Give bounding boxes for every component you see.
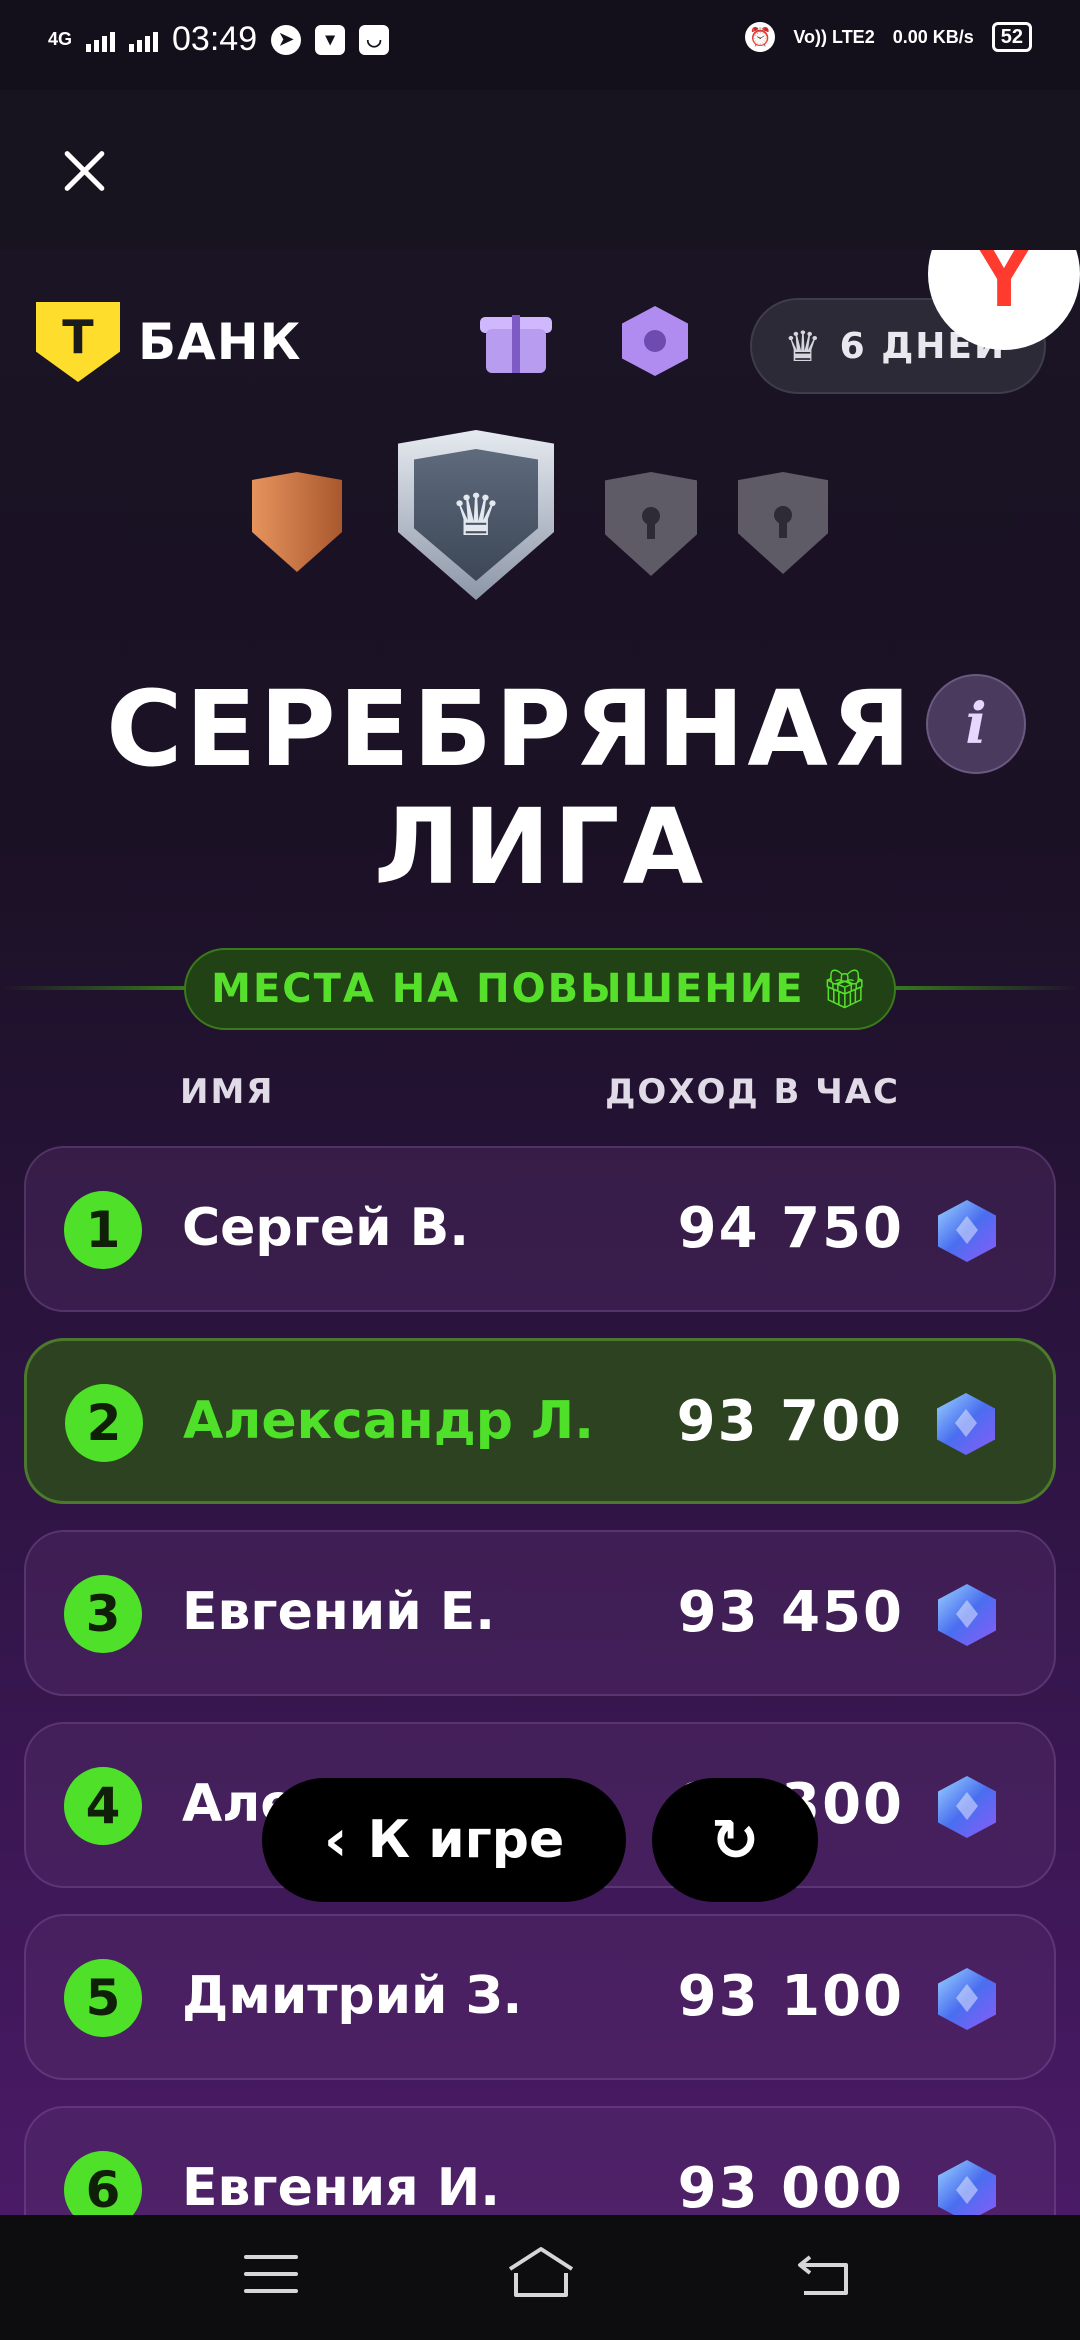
league-title: СЕРЕБРЯНАЯ ЛИГА	[106, 668, 914, 908]
income-value: 93 100	[677, 1964, 904, 2029]
rank-badge: 1	[64, 1191, 142, 1269]
system-nav-bar	[0, 2215, 1080, 2340]
shield-app-icon: ▾	[315, 24, 346, 55]
refresh-icon: ↻	[710, 1806, 760, 1874]
volte-indicator: Vo)) LTE2	[793, 26, 875, 47]
rank-badge: 5	[64, 1959, 142, 2037]
tbank-logo: Т БАНК	[36, 302, 302, 382]
network-type: 4G	[48, 29, 73, 49]
status-right: ⏰ Vo)) LTE2 0.00 KB/s 52	[745, 22, 1032, 52]
silver-league-badge[interactable]: ♛	[398, 430, 554, 600]
player-name: Евгения И.	[182, 2158, 500, 2215]
league-screen: Т БАНК ♛ 6 ДНЕЙ Y ♛ СЕРЕБРЯНАЯ ЛИГА i МЕ…	[0, 250, 1080, 2215]
player-name: Евгений Е.	[182, 1582, 496, 1642]
gift-icon[interactable]	[480, 305, 552, 377]
leaderboard-row[interactable]: 3 Евгений Е. 93 450	[24, 1530, 1056, 1696]
crystal-icon	[938, 2160, 996, 2215]
crown-icon: ♛	[414, 449, 538, 581]
keyhole-icon	[774, 506, 792, 540]
tbank-shield-icon: Т	[36, 302, 120, 382]
telegram-icon: ➤	[271, 24, 302, 55]
rank-badge: 3	[64, 1575, 142, 1653]
income-value: 94 750	[677, 1196, 904, 1261]
player-name: Александр Л.	[183, 1391, 594, 1451]
clock: 03:49	[172, 20, 258, 58]
close-icon[interactable]	[50, 140, 120, 210]
rank-badge: 2	[65, 1384, 143, 1462]
status-left: 4G 03:49 ➤ ▾ ◡	[48, 20, 390, 59]
refresh-button[interactable]: ↻	[652, 1778, 818, 1902]
player-name: Сергей В.	[182, 1198, 470, 1258]
brand-name: БАНК	[138, 313, 302, 371]
menu-icon[interactable]	[244, 2255, 298, 2297]
column-header-income: ДОХОД В ЧАС	[605, 1072, 900, 1112]
back-to-game-button[interactable]: ‹ К игре	[262, 1778, 626, 1902]
info-icon[interactable]: i	[926, 674, 1026, 774]
mail-app-icon: ◡	[359, 24, 390, 55]
rank-badge: 4	[64, 1767, 142, 1845]
income-value: 93 700	[676, 1389, 903, 1454]
column-header-name: ИМЯ	[180, 1072, 275, 1112]
promotion-zone-label: МЕСТА НА ПОВЫШЕНИЕ 🎁︎	[184, 948, 896, 1030]
status-bar: 4G 03:49 ➤ ▾ ◡ ⏰ Vo)) LTE2 0.00 KB/s 52	[0, 0, 1080, 90]
alarm-icon: ⏰	[745, 22, 776, 52]
crystal-icon	[938, 1584, 996, 1646]
income-value: 93 000	[677, 2156, 904, 2215]
chevron-left-icon: ‹	[323, 1806, 348, 1874]
league-badges: ♛	[0, 430, 1080, 610]
bronze-league-badge[interactable]	[252, 472, 342, 572]
leaderboard-row[interactable]: 5 Дмитрий З. 93 100	[24, 1914, 1056, 2080]
signal-2-icon	[129, 28, 159, 52]
locked-league-badge[interactable]	[738, 472, 828, 574]
leaderboard-list: 1 Сергей В. 94 750 2 Александр Л. 93 700…	[24, 1146, 1056, 2215]
keyhole-icon	[642, 507, 660, 541]
income-value: 93 450	[677, 1580, 904, 1645]
crown-icon: ♛	[784, 321, 822, 371]
leaderboard-row[interactable]: 6 Евгения И. 93 000	[24, 2106, 1056, 2215]
leaderboard-row-current-user[interactable]: 2 Александр Л. 93 700	[24, 1338, 1056, 1504]
home-icon[interactable]	[506, 2245, 576, 2301]
crystal-icon	[937, 1393, 995, 1455]
net-speed: 0.00 KB/s	[892, 26, 974, 47]
player-name: Дмитрий З.	[182, 1966, 523, 2026]
gift-icon: 🎁︎	[820, 966, 869, 1011]
crystal-icon	[938, 1776, 996, 1838]
back-icon[interactable]	[796, 2251, 852, 2299]
battery-indicator: 52	[991, 22, 1032, 52]
crystal-icon	[938, 1200, 996, 1262]
rank-badge: 6	[64, 2151, 142, 2215]
signal-icon	[86, 28, 116, 52]
crystal-icon	[938, 1968, 996, 2030]
leaderboard-row[interactable]: 1 Сергей В. 94 750	[24, 1146, 1056, 1312]
locked-league-badge[interactable]	[605, 472, 697, 576]
settings-hex-icon[interactable]	[622, 306, 688, 376]
top-bar	[0, 90, 1080, 250]
